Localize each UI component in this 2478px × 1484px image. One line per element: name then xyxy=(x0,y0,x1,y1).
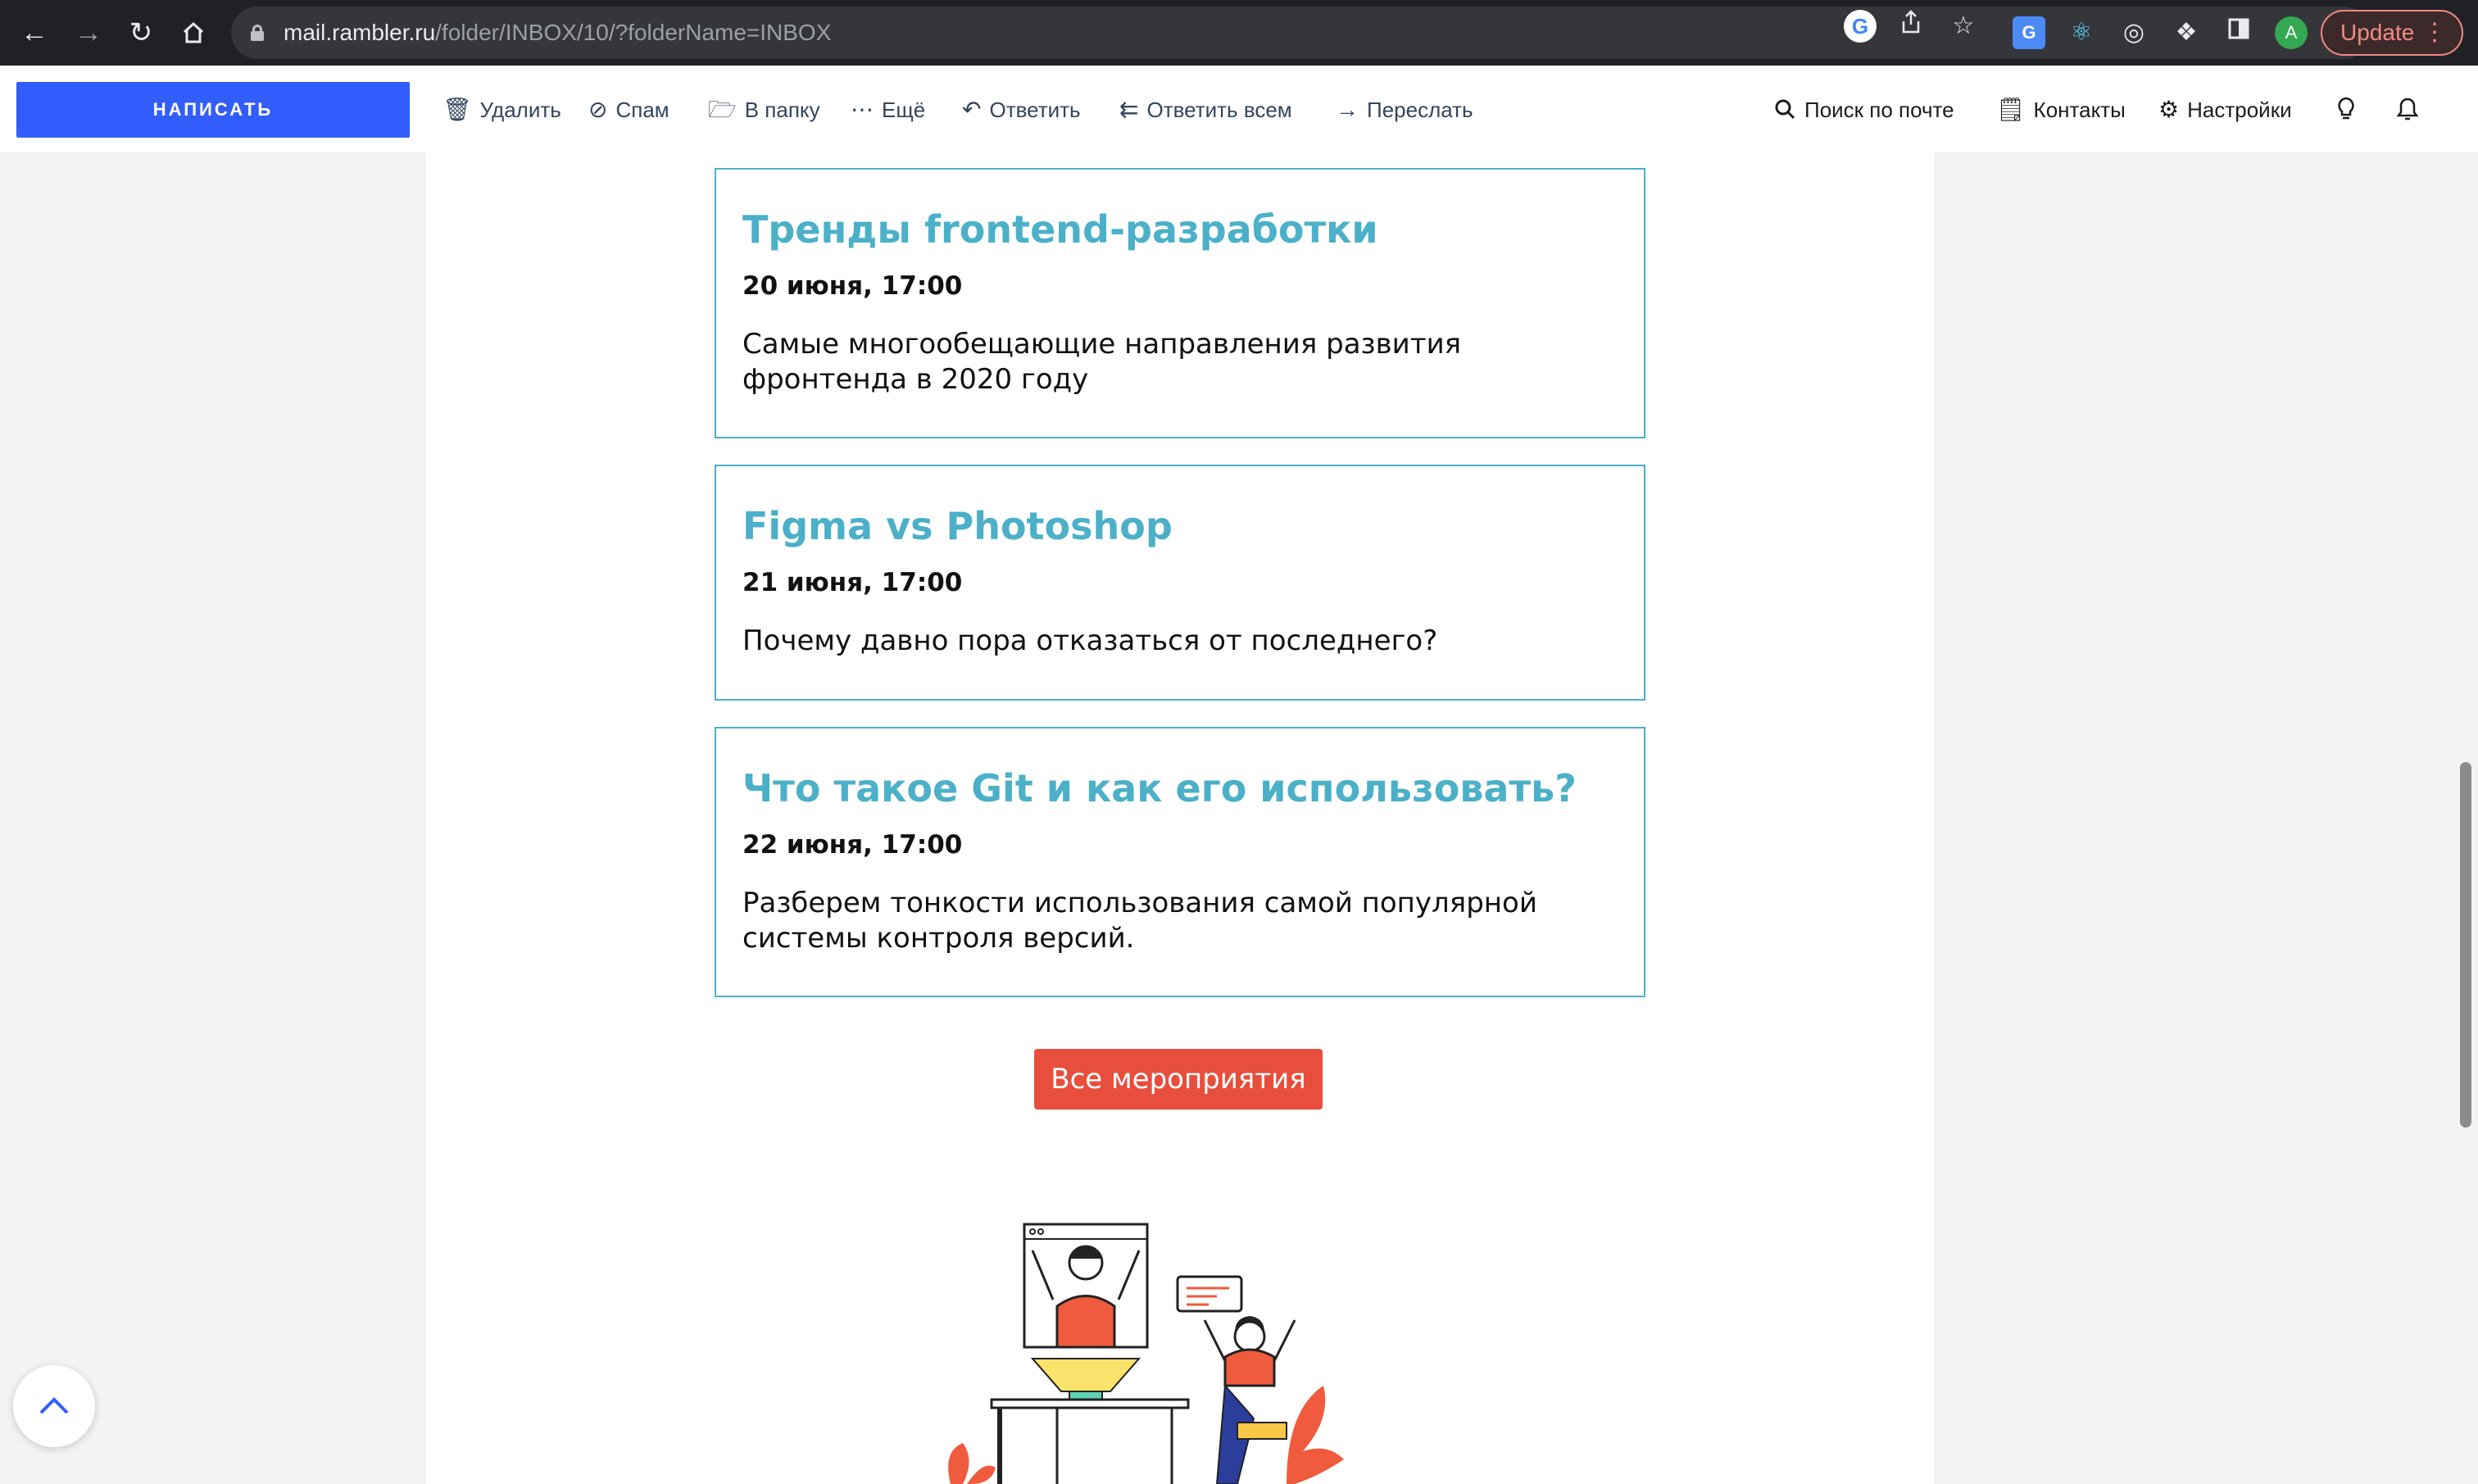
reply-all-label: Ответить всем xyxy=(1146,98,1292,122)
scrollbar-thumb[interactable] xyxy=(2460,762,2471,1128)
more-button[interactable]: ⋯ Ещё xyxy=(851,90,925,129)
profile-avatar[interactable]: A xyxy=(2275,16,2308,49)
move-label: В папку xyxy=(744,98,820,122)
message-view: Тренды frontend-разработки 20 июня, 17:0… xyxy=(0,152,2478,1484)
chevron-up-icon xyxy=(39,1397,69,1414)
kebab-menu-icon[interactable]: ⋮ xyxy=(2422,11,2447,54)
update-button[interactable]: Update ⋮ xyxy=(2321,10,2463,56)
home-icon[interactable] xyxy=(175,15,211,51)
event-title[interactable]: Тренды frontend-разработки xyxy=(742,207,1378,252)
address-bar[interactable]: mail.rambler.ru/folder/INBOX/10/?folderN… xyxy=(231,7,2370,59)
share-icon[interactable] xyxy=(1895,10,1927,43)
event-date: 21 июня, 17:00 xyxy=(742,568,963,597)
event-card: Тренды frontend-разработки 20 июня, 17:0… xyxy=(715,168,1645,438)
move-to-folder-button[interactable]: 🗁︎ В папку xyxy=(708,90,820,129)
google-icon[interactable]: G xyxy=(1844,10,1877,43)
browser-toolbar: ← → ↻ mail.rambler.ru/folder/INBOX/10/?f… xyxy=(0,0,2478,66)
url-text[interactable]: mail.rambler.ru/folder/INBOX/10/?folderN… xyxy=(284,7,831,59)
search-label: Поиск по почте xyxy=(1804,98,1954,122)
search-icon xyxy=(1773,90,1796,129)
react-devtools-icon[interactable]: ⚛ xyxy=(2065,16,2098,49)
all-events-button[interactable]: Все мероприятия xyxy=(1034,1049,1323,1110)
back-arrow-icon[interactable]: ← xyxy=(16,15,52,51)
search-mail-button[interactable]: Поиск по почте xyxy=(1773,90,1954,129)
forward-arrow-icon[interactable]: → xyxy=(70,15,107,51)
event-title[interactable]: Figma vs Photoshop xyxy=(742,504,1173,548)
spam-icon: ⊘ xyxy=(588,97,608,122)
email-body: Тренды frontend-разработки 20 июня, 17:0… xyxy=(426,152,1934,1484)
lightbulb-icon[interactable] xyxy=(2335,90,2357,129)
event-date: 22 июня, 17:00 xyxy=(742,830,963,860)
reply-icon: ↶ xyxy=(962,97,982,122)
bookmark-star-icon[interactable]: ☆ xyxy=(1947,10,1980,43)
contacts-book-icon: 🗒︎ xyxy=(1996,97,2026,122)
translate-extension-icon[interactable]: G xyxy=(2013,16,2045,49)
scroll-to-top-button[interactable] xyxy=(13,1365,95,1447)
extension-target-icon[interactable]: ◎ xyxy=(2117,16,2150,49)
url-host: mail.rambler.ru xyxy=(284,20,436,45)
video-call-illustration xyxy=(948,1223,1344,1484)
settings-label: Настройки xyxy=(2187,98,2292,122)
compose-button[interactable]: НАПИСАТЬ xyxy=(16,82,410,138)
trash-icon: 🗑︎ xyxy=(442,97,472,122)
side-panel-icon[interactable] xyxy=(2222,16,2255,49)
spam-button[interactable]: ⊘ Спам xyxy=(588,90,669,129)
reload-icon[interactable]: ↻ xyxy=(123,15,159,51)
forward-icon: → xyxy=(1336,97,1359,122)
spam-label: Спам xyxy=(615,98,669,122)
event-card: Figma vs Photoshop 21 июня, 17:00 Почему… xyxy=(715,465,1645,701)
mail-toolbar: НАПИСАТЬ 🗑︎ Удалить ⊘ Спам 🗁︎ В папку ⋯ Ещё … xyxy=(0,66,2478,152)
puzzle-extensions-icon[interactable]: ❖ xyxy=(2170,16,2203,49)
update-label: Update xyxy=(2340,20,2415,45)
more-label: Ещё xyxy=(882,98,926,122)
forward-button[interactable]: → Переслать xyxy=(1336,90,1473,129)
reply-button[interactable]: ↶ Ответить xyxy=(962,90,1081,129)
notifications-bell-icon[interactable] xyxy=(2396,90,2419,129)
reply-label: Ответить xyxy=(989,98,1081,122)
delete-label: Удалить xyxy=(479,98,561,122)
event-title[interactable]: Что такое Git и как его использовать? xyxy=(742,766,1577,810)
lock-icon xyxy=(251,25,264,41)
event-card: Что такое Git и как его использовать? 22… xyxy=(715,727,1645,997)
folder-icon: 🗁︎ xyxy=(708,97,737,122)
event-date: 20 июня, 17:00 xyxy=(742,271,963,301)
event-description: Почему давно пора отказаться от последне… xyxy=(742,624,1438,657)
event-description: Самые многообещающие направления развити… xyxy=(742,328,1462,396)
event-description: Разберем тонкости использования самой по… xyxy=(742,887,1537,955)
delete-button[interactable]: 🗑︎ Удалить xyxy=(442,90,561,129)
reply-all-icon: ⇇ xyxy=(1119,97,1139,122)
url-path: /folder/INBOX/10/?folderName=INBOX xyxy=(435,20,832,45)
gear-icon: ⚙ xyxy=(2158,97,2180,122)
settings-button[interactable]: ⚙ Настройки xyxy=(2158,90,2292,129)
reply-all-button[interactable]: ⇇ Ответить всем xyxy=(1119,90,1292,129)
scrollbar[interactable] xyxy=(2452,152,2478,1484)
contacts-label: Контакты xyxy=(2033,98,2126,122)
more-dots-icon: ⋯ xyxy=(851,97,874,122)
contacts-button[interactable]: 🗒︎ Контакты xyxy=(1996,90,2126,129)
forward-label: Переслать xyxy=(1367,98,1473,122)
